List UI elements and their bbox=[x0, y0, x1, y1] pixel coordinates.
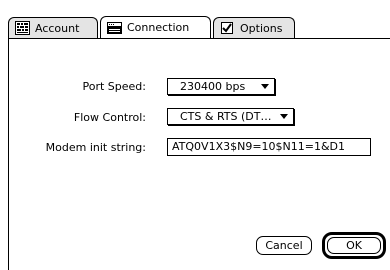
modem-init-label: Modem init string: bbox=[45, 141, 146, 154]
modem-init-field[interactable]: ATQ0V1X3$N9=10$N11=1&D1 bbox=[167, 138, 371, 156]
ok-button[interactable]: OK bbox=[327, 237, 381, 254]
port-speed-label: Port Speed: bbox=[82, 80, 147, 93]
modem-icon bbox=[107, 21, 122, 35]
ok-button-label: OK bbox=[346, 239, 362, 252]
connection-settings-window: Account Connection Options Port Speed: 2… bbox=[0, 0, 390, 270]
chevron-down-icon bbox=[261, 84, 269, 89]
tab-connection[interactable]: Connection bbox=[100, 16, 211, 38]
flow-control-value: CTS & RTS (DT… bbox=[180, 110, 272, 123]
tab-options-label: Options bbox=[240, 21, 283, 35]
port-speed-value: 230400 bps bbox=[180, 80, 246, 93]
checkbox-icon bbox=[220, 21, 235, 35]
cancel-button-label: Cancel bbox=[265, 239, 303, 252]
tab-connection-label: Connection bbox=[127, 21, 190, 34]
tab-account[interactable]: Account bbox=[8, 17, 98, 38]
port-speed-popup[interactable]: 230400 bps bbox=[167, 78, 275, 95]
flow-control-label: Flow Control: bbox=[73, 111, 146, 124]
account-icon bbox=[15, 21, 30, 35]
tab-account-label: Account bbox=[35, 21, 80, 35]
chevron-down-icon bbox=[280, 114, 288, 119]
cancel-button[interactable]: Cancel bbox=[256, 236, 312, 255]
flow-control-popup[interactable]: CTS & RTS (DT… bbox=[167, 108, 294, 125]
tab-options[interactable]: Options bbox=[213, 17, 295, 38]
